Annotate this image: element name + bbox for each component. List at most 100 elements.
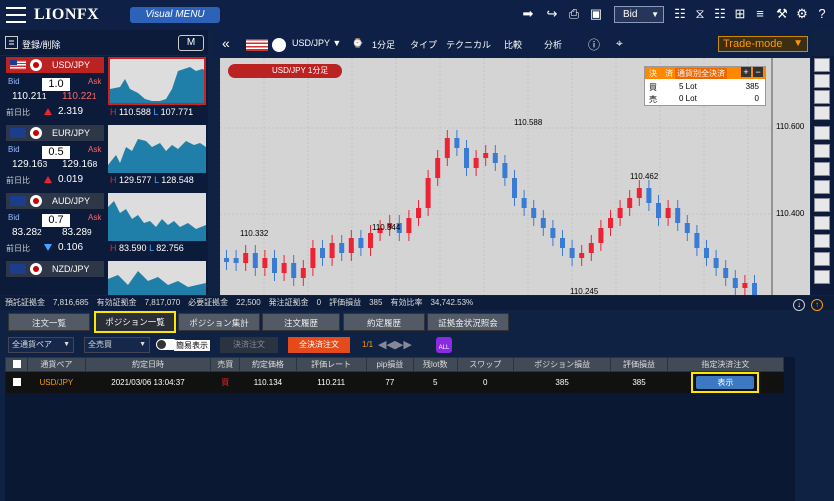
- col-pip[interactable]: pip損益: [365, 357, 415, 372]
- bid-price[interactable]: 110.211: [12, 91, 46, 102]
- table-row[interactable]: USD/JPY 2021/03/06 13:04:37 買 110.134 11…: [5, 371, 784, 393]
- double-chevron-left-icon[interactable]: «: [222, 35, 230, 51]
- tab-orders[interactable]: 注文一覧: [8, 313, 90, 331]
- high-low: H 110.588 L 107.771: [110, 107, 194, 117]
- col-action[interactable]: 指定決済注文: [666, 357, 785, 372]
- print-icon[interactable]: ⎙: [566, 6, 582, 22]
- chart-type-button[interactable]: タイプ: [410, 38, 437, 51]
- price-chart[interactable]: USD/JPY 1分足 決 済 通貨別全決済 + − 買 5 Lot 385 売…: [220, 58, 810, 295]
- chart-pair-select[interactable]: USD/JPY ▼: [292, 38, 341, 48]
- price-tag-icon[interactable]: [814, 90, 830, 104]
- cell-price: 110.134: [239, 371, 297, 393]
- rate-panel-header: ≣ 登録/削除 M: [0, 30, 208, 56]
- order-icon[interactable]: ➡: [520, 6, 536, 22]
- register-delete-label[interactable]: 登録/削除: [22, 38, 61, 51]
- visual-menu-button[interactable]: Visual MENU: [130, 7, 220, 23]
- tab-execution-history[interactable]: 約定履歴: [343, 313, 425, 331]
- trade-mode-button[interactable]: Trade-mode ▼: [718, 36, 808, 52]
- bid-price[interactable]: 83.282: [12, 227, 42, 238]
- currency-settle-button[interactable]: 通貨別全決済: [675, 68, 727, 79]
- fib-icon[interactable]: [814, 216, 830, 230]
- rate-card-eurjpy[interactable]: EUR/JPY Bid Ask 0.5 129.163 129.168 前日比 …: [4, 125, 206, 189]
- settle-all-button[interactable]: 全決済注文: [288, 337, 350, 353]
- col-eval-pl[interactable]: 評価損益: [610, 357, 668, 372]
- arrow-down-icon[interactable]: ↓: [793, 299, 805, 311]
- hline-icon[interactable]: [814, 180, 830, 194]
- text-icon[interactable]: [814, 252, 830, 266]
- plus-icon[interactable]: +: [741, 67, 751, 77]
- mini-chart[interactable]: [108, 193, 206, 241]
- alert-icon[interactable]: ⊞: [732, 6, 748, 22]
- col-datetime[interactable]: 約定日時: [84, 357, 212, 372]
- top-bar: LIONFX Visual MENU ➡ ↪ ⎙ ▣ Bid ▼ ☷ ⧖ ☷ ⊞ …: [0, 0, 834, 30]
- layout-icon[interactable]: ☷: [672, 6, 688, 22]
- all-icon[interactable]: ALL: [436, 337, 452, 353]
- col-pair[interactable]: 通貨ペア: [27, 357, 86, 372]
- currency-filter[interactable]: 全通貨ペア ▼: [8, 337, 74, 353]
- tab-position-summary[interactable]: ポジション集計: [178, 313, 260, 331]
- side-filter[interactable]: 全売買 ▼: [84, 337, 150, 353]
- tab-positions[interactable]: ポジション一覧: [94, 311, 176, 333]
- col-swap[interactable]: スワップ: [456, 357, 514, 372]
- bell-icon[interactable]: [814, 74, 830, 88]
- show-settle-order-button[interactable]: 表示: [696, 376, 755, 389]
- mini-chart[interactable]: [108, 57, 206, 105]
- pair-label: USD/JPY: [6, 57, 104, 73]
- mini-chart[interactable]: [108, 261, 206, 295]
- col-lots[interactable]: 残lot数: [413, 357, 458, 372]
- high-low: H 83.590 L 82.756: [110, 243, 184, 253]
- gear-icon[interactable]: ⚙: [794, 6, 810, 22]
- settle-panel[interactable]: 決 済 通貨別全決済 + − 買 5 Lot 385 売 0 Lot 0: [644, 66, 766, 106]
- settle-icon[interactable]: ↪: [544, 6, 560, 22]
- settle-button[interactable]: 決 済: [647, 68, 675, 79]
- tab-margin-status[interactable]: 証拠金状況照会: [427, 313, 509, 331]
- mail-icon[interactable]: [814, 58, 830, 72]
- ask-price[interactable]: 129.168: [62, 159, 97, 170]
- col-price[interactable]: 約定価格: [239, 357, 297, 372]
- axis-label: 110.600: [776, 122, 805, 131]
- timeframe-button[interactable]: 1分足: [372, 38, 395, 51]
- ask-price[interactable]: 110.221: [62, 91, 96, 102]
- wave-icon[interactable]: [814, 106, 830, 120]
- trendline-icon[interactable]: [814, 144, 830, 158]
- menu-icon[interactable]: [6, 7, 26, 23]
- price-mode-select[interactable]: Bid ▼: [614, 6, 664, 23]
- crosshair-icon[interactable]: ⌖: [616, 36, 623, 51]
- help-icon[interactable]: ?: [814, 6, 830, 22]
- pen-icon[interactable]: [814, 234, 830, 248]
- tab-order-history[interactable]: 注文履歴: [262, 313, 340, 331]
- select-all-checkbox[interactable]: [5, 357, 28, 372]
- jp-flag-icon: [272, 38, 286, 52]
- down-arrow-icon: [44, 244, 52, 251]
- col-side[interactable]: 売買: [210, 357, 241, 372]
- minus-icon[interactable]: −: [753, 67, 763, 77]
- mode-button[interactable]: M: [178, 35, 204, 51]
- arrow-up-icon[interactable]: ↑: [811, 299, 823, 311]
- ray-icon[interactable]: [814, 162, 830, 176]
- rate-card-audjpy[interactable]: AUD/JPY Bid Ask 0.7 83.282 83.289 前日比 0.…: [4, 193, 206, 257]
- rate-card-nzdjpy[interactable]: NZD/JPY: [4, 261, 206, 295]
- save-icon[interactable]: ▣: [588, 6, 604, 22]
- settle-order-button[interactable]: 決済注文: [220, 337, 278, 353]
- technical-button[interactable]: テクニカル: [446, 38, 491, 51]
- info-icon[interactable]: ⓘ: [588, 36, 600, 53]
- pager-arrows-icon[interactable]: ◀◀▶▶: [378, 338, 412, 351]
- edit-icon[interactable]: ≣: [5, 36, 18, 49]
- tool-icon[interactable]: ⧖: [692, 6, 708, 22]
- news-icon[interactable]: ☷: [712, 6, 728, 22]
- col-pos-pl[interactable]: ポジション損益: [512, 357, 612, 372]
- paint-icon[interactable]: ⚒: [774, 6, 790, 22]
- analysis-button[interactable]: 分析: [544, 38, 562, 51]
- rate-card-usdjpy[interactable]: USD/JPY Bid Ask 1.0 110.211 110.221 前日比 …: [4, 57, 206, 121]
- channel-icon[interactable]: [814, 198, 830, 212]
- change-value: 0.106: [58, 242, 84, 253]
- row-checkbox[interactable]: [5, 371, 28, 393]
- cursor-icon[interactable]: [814, 126, 830, 140]
- col-rate[interactable]: 評価レート: [295, 357, 367, 372]
- bid-price[interactable]: 129.163: [12, 159, 47, 170]
- report-icon[interactable]: ≡: [752, 6, 768, 22]
- trash-icon[interactable]: [814, 270, 830, 284]
- ask-price[interactable]: 83.289: [62, 227, 92, 238]
- compare-button[interactable]: 比較: [504, 38, 522, 51]
- mini-chart[interactable]: [108, 125, 206, 173]
